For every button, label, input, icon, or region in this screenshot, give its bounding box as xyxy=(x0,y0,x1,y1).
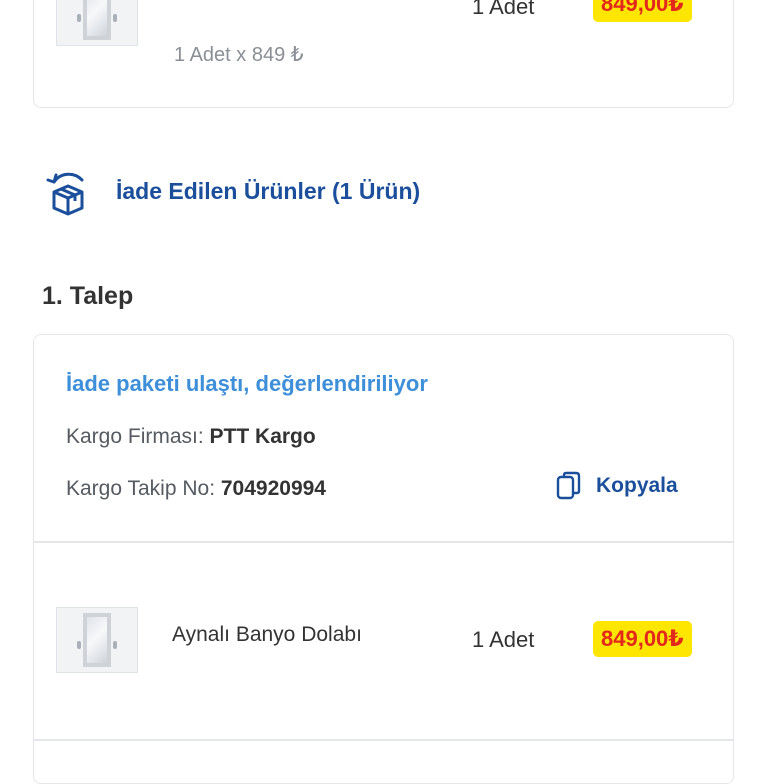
section-divider xyxy=(34,739,733,741)
cargo-company-value: PTT Kargo xyxy=(209,425,316,448)
return-status-text: İade paketi ulaştı, değerlendiriliyor xyxy=(66,371,428,396)
request-card: İade paketi ulaştı, değerlendiriliyor Ka… xyxy=(33,334,734,784)
item-price-badge: 849,00₺ xyxy=(593,0,692,22)
product-quantity: 1 Adet xyxy=(472,627,535,652)
previous-item-card: 1 Adet 849,00₺ 1 Adet x 849 ₺ xyxy=(33,0,734,108)
product-name: Aynalı Banyo Dolabı xyxy=(172,623,362,646)
returned-products-header xyxy=(44,170,92,218)
item-unit-price-line: 1 Adet x 849 ₺ xyxy=(174,44,304,66)
tracking-number-row: Kargo Takip No: 704920994 xyxy=(66,477,326,501)
item-quantity: 1 Adet xyxy=(472,0,535,19)
section-divider xyxy=(34,541,733,543)
product-thumbnail[interactable] xyxy=(56,607,138,673)
return-box-icon xyxy=(46,172,84,216)
returned-products-title: İade Edilen Ürünler (1 Ürün) xyxy=(116,178,421,204)
mirror-cabinet-icon xyxy=(77,0,117,40)
tracking-number-label: Kargo Takip No: xyxy=(66,477,216,500)
product-thumbnail[interactable] xyxy=(56,0,138,46)
product-price-badge: 849,00₺ xyxy=(593,621,692,657)
request-title: 1. Talep xyxy=(42,282,134,310)
tracking-number-value: 704920994 xyxy=(220,477,326,500)
cargo-company-row: Kargo Firması: PTT Kargo xyxy=(66,425,316,449)
copy-label: Kopyala xyxy=(596,474,678,497)
cargo-company-label: Kargo Firması: xyxy=(66,425,204,448)
copy-button[interactable]: Kopyala xyxy=(556,471,678,501)
mirror-cabinet-icon xyxy=(77,613,117,667)
copy-icon xyxy=(556,471,581,500)
